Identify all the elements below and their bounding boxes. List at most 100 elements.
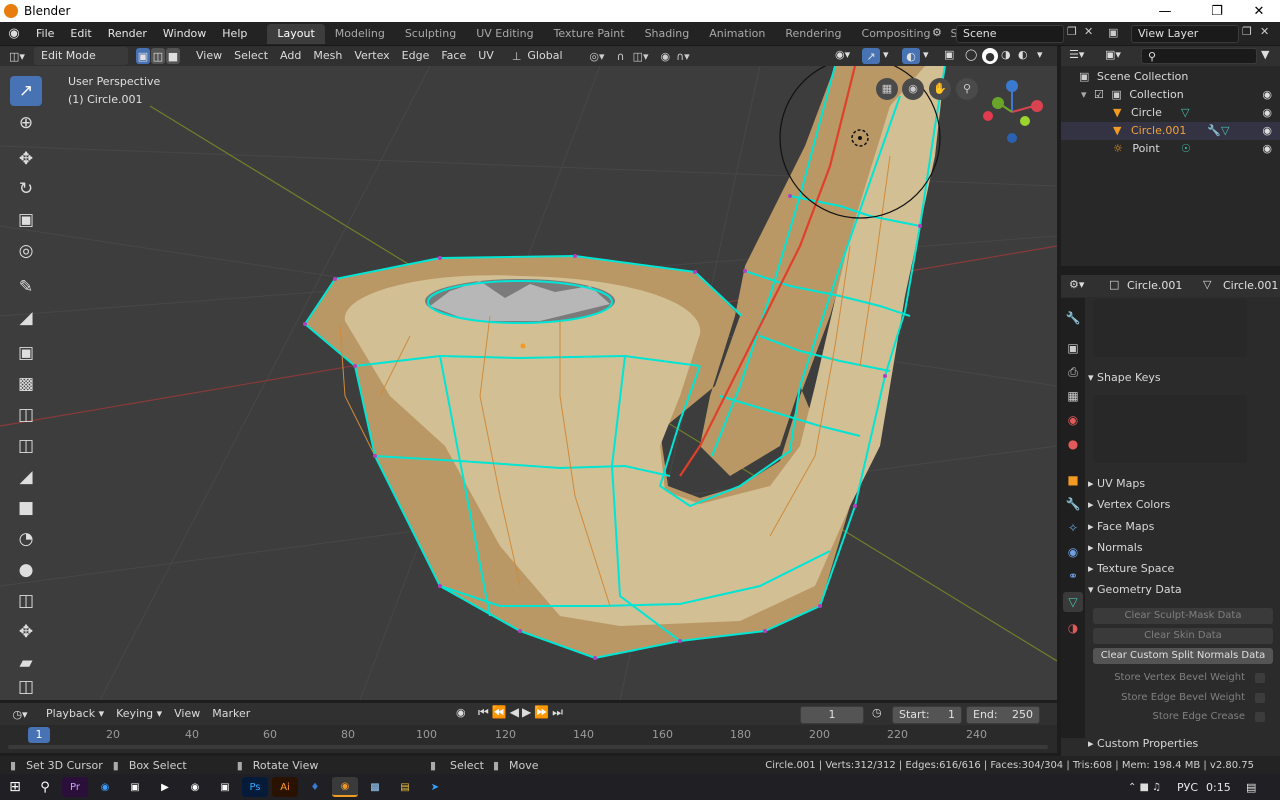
zoom-icon[interactable]: ⚲ bbox=[956, 78, 978, 100]
scale-tool-icon[interactable]: ▣ bbox=[10, 205, 42, 235]
visibility-eye-icon[interactable]: ◉ bbox=[1262, 140, 1272, 158]
visibility-eye-icon[interactable]: ◉ bbox=[1262, 86, 1272, 104]
minimize-button[interactable]: — bbox=[1142, 0, 1188, 22]
notifications-icon[interactable]: ▤ bbox=[1246, 781, 1256, 794]
search-icon[interactable]: ⚲ bbox=[32, 777, 58, 797]
menu-render[interactable]: Render bbox=[100, 22, 155, 46]
3d-viewer-icon[interactable]: ▣ bbox=[122, 777, 148, 797]
move-tool-icon[interactable]: ✥ bbox=[10, 144, 42, 174]
menu-add[interactable]: Add bbox=[274, 46, 307, 66]
falloff-icon[interactable]: ∩▾ bbox=[676, 50, 690, 63]
stopwatch-icon[interactable]: ◷ bbox=[872, 706, 882, 719]
edge-select-icon[interactable]: ◫ bbox=[151, 48, 165, 64]
particles-tab-icon[interactable]: ✧ bbox=[1063, 518, 1083, 538]
maximize-button[interactable]: ❐ bbox=[1194, 0, 1240, 22]
steam-icon[interactable]: ◉ bbox=[182, 777, 208, 797]
rip-region-tool-icon[interactable]: ◫ bbox=[10, 677, 42, 697]
collection-checkbox[interactable]: ☑ bbox=[1094, 88, 1104, 101]
panel-normals[interactable]: ▸ Normals bbox=[1088, 538, 1278, 558]
view-layer-tab-icon[interactable]: ▦ bbox=[1063, 386, 1083, 406]
current-frame-indicator[interactable]: 1 bbox=[28, 727, 50, 743]
xray-icon[interactable]: ▣ bbox=[944, 48, 954, 61]
filter-icon[interactable]: ▼ bbox=[1261, 48, 1269, 61]
store-vertex-bevel-weight-checkbox[interactable]: Store Vertex Bevel Weight bbox=[1093, 670, 1273, 686]
annotate-tool-icon[interactable]: ✎ bbox=[10, 272, 42, 302]
shape-keys-list[interactable] bbox=[1093, 395, 1247, 463]
view-layer-field[interactable]: View Layer bbox=[1131, 25, 1239, 43]
tab-layout[interactable]: Layout bbox=[267, 23, 325, 44]
material-tab-icon[interactable]: ◑ bbox=[1063, 618, 1083, 638]
system-tray-icons[interactable]: ⌃ ■ ♫ bbox=[1128, 782, 1161, 793]
snap-target-icon[interactable]: ◫▾ bbox=[633, 50, 649, 63]
expand-icon[interactable]: ▾ bbox=[1081, 88, 1087, 101]
outliner-row-collection[interactable]: ▾ ☑ ▣ Collection ◉ bbox=[1061, 86, 1280, 104]
outliner-row-circle[interactable]: ▼ Circle ▽ ◉ bbox=[1061, 104, 1280, 122]
constraints-tab-icon[interactable]: ⚭ bbox=[1063, 566, 1083, 586]
bevel-tool-icon[interactable]: ◫ bbox=[10, 400, 42, 430]
clear-custom-split-normals-button[interactable]: Clear Custom Split Normals Data bbox=[1093, 648, 1273, 664]
menu-select[interactable]: Select bbox=[228, 46, 274, 66]
clear-skin-data-button[interactable]: Clear Skin Data bbox=[1093, 628, 1273, 644]
menu-vertex[interactable]: Vertex bbox=[348, 46, 395, 66]
menu-timeline-view[interactable]: View bbox=[168, 704, 206, 724]
blender-menu-icon[interactable]: ◉ bbox=[0, 26, 28, 41]
menu-uv[interactable]: UV bbox=[472, 46, 500, 66]
record-icon[interactable]: ◉ bbox=[456, 706, 466, 719]
overlay-toggle-icon[interactable]: ◐ bbox=[902, 48, 920, 64]
output-tab-icon[interactable]: ⎙ bbox=[1063, 362, 1083, 382]
spin-tool-icon[interactable]: ◔ bbox=[10, 524, 42, 554]
delete-scene-icon[interactable]: ✕ bbox=[1084, 25, 1093, 38]
extrude-tool-icon[interactable]: ▣ bbox=[10, 338, 42, 368]
timeline-scrollbar[interactable] bbox=[8, 745, 1048, 749]
outliner-row-circle-001[interactable]: ▼ Circle.001 🔧 ▽ ◉ bbox=[1061, 122, 1280, 140]
shading-dropdown-icon[interactable]: ▾ bbox=[1037, 48, 1043, 61]
tool-tab-icon[interactable]: 🔧 bbox=[1063, 308, 1083, 328]
proportional-edit-icon[interactable]: ◉ bbox=[661, 50, 671, 63]
panel-shape-keys[interactable]: ▾ Shape Keys bbox=[1088, 368, 1278, 388]
outliner-search-input[interactable]: ⚲ bbox=[1141, 48, 1257, 64]
gizmo-toggle-icon[interactable]: ↗ bbox=[862, 48, 880, 64]
wireframe-shading-icon[interactable]: ◯ bbox=[965, 48, 977, 61]
material-shading-icon[interactable]: ◑ bbox=[1001, 48, 1011, 61]
delete-view-layer-icon[interactable]: ✕ bbox=[1260, 25, 1269, 38]
tab-sculpting[interactable]: Sculpting bbox=[395, 24, 466, 44]
shear-tool-icon[interactable]: ▰ bbox=[10, 648, 42, 678]
modifier-tab-icon[interactable]: 🔧 bbox=[1063, 494, 1083, 514]
solid-shading-icon[interactable]: ● bbox=[982, 48, 998, 64]
persp-ortho-icon[interactable]: ▦ bbox=[876, 78, 898, 100]
menu-edit[interactable]: Edit bbox=[62, 22, 99, 46]
select-box-tool-icon[interactable]: ↗ bbox=[10, 76, 42, 106]
camera-view-icon[interactable]: ◉ bbox=[902, 78, 924, 100]
menu-keying[interactable]: Keying ▾ bbox=[110, 704, 168, 724]
menu-file[interactable]: File bbox=[28, 22, 62, 46]
transform-tool-icon[interactable]: ◎ bbox=[10, 236, 42, 266]
screen-app-icon[interactable]: ▩ bbox=[362, 777, 388, 797]
clock[interactable]: 0:15 bbox=[1206, 781, 1231, 794]
vertex-groups-list[interactable] bbox=[1093, 299, 1247, 357]
poly-build-tool-icon[interactable]: ■ bbox=[10, 493, 42, 523]
new-view-layer-icon[interactable]: ❐ bbox=[1242, 25, 1252, 38]
language-indicator[interactable]: РУС bbox=[1177, 781, 1198, 794]
visibility-icon[interactable]: ◉▾ bbox=[835, 48, 850, 61]
menu-view[interactable]: View bbox=[190, 46, 228, 66]
cursor-tool-icon[interactable]: ⊕ bbox=[10, 108, 42, 138]
media-app-icon[interactable]: ▶ bbox=[152, 777, 178, 797]
discord-icon[interactable]: ▣ bbox=[212, 777, 238, 797]
properties-editor-icon[interactable]: ⚙▾ bbox=[1069, 278, 1084, 291]
app-icon[interactable]: ♦ bbox=[302, 777, 328, 797]
file-explorer-icon[interactable]: ▤ bbox=[392, 777, 418, 797]
start-windows-icon[interactable]: ⊞ bbox=[2, 777, 28, 797]
loop-cut-tool-icon[interactable]: ◫ bbox=[10, 431, 42, 461]
outliner-row-scene-collection[interactable]: ▣ Scene Collection bbox=[1061, 68, 1280, 86]
panel-geometry-data[interactable]: ▾ Geometry Data bbox=[1088, 580, 1278, 600]
playback-controls[interactable]: ⏮⏪◀▶⏩⏭ bbox=[478, 705, 566, 720]
gizmo-dropdown-icon[interactable]: ▾ bbox=[883, 48, 889, 61]
menu-mesh[interactable]: Mesh bbox=[307, 46, 348, 66]
overlay-dropdown-icon[interactable]: ▾ bbox=[923, 48, 929, 61]
snap-icon[interactable]: ∩ bbox=[617, 50, 625, 63]
vertex-select-icon[interactable]: ▣ bbox=[136, 48, 150, 64]
illustrator-app-icon[interactable]: Ai bbox=[272, 777, 298, 797]
face-select-icon[interactable]: ■ bbox=[166, 48, 180, 64]
store-edge-bevel-weight-checkbox[interactable]: Store Edge Bevel Weight bbox=[1093, 690, 1273, 706]
shrink-fatten-tool-icon[interactable]: ✥ bbox=[10, 617, 42, 647]
